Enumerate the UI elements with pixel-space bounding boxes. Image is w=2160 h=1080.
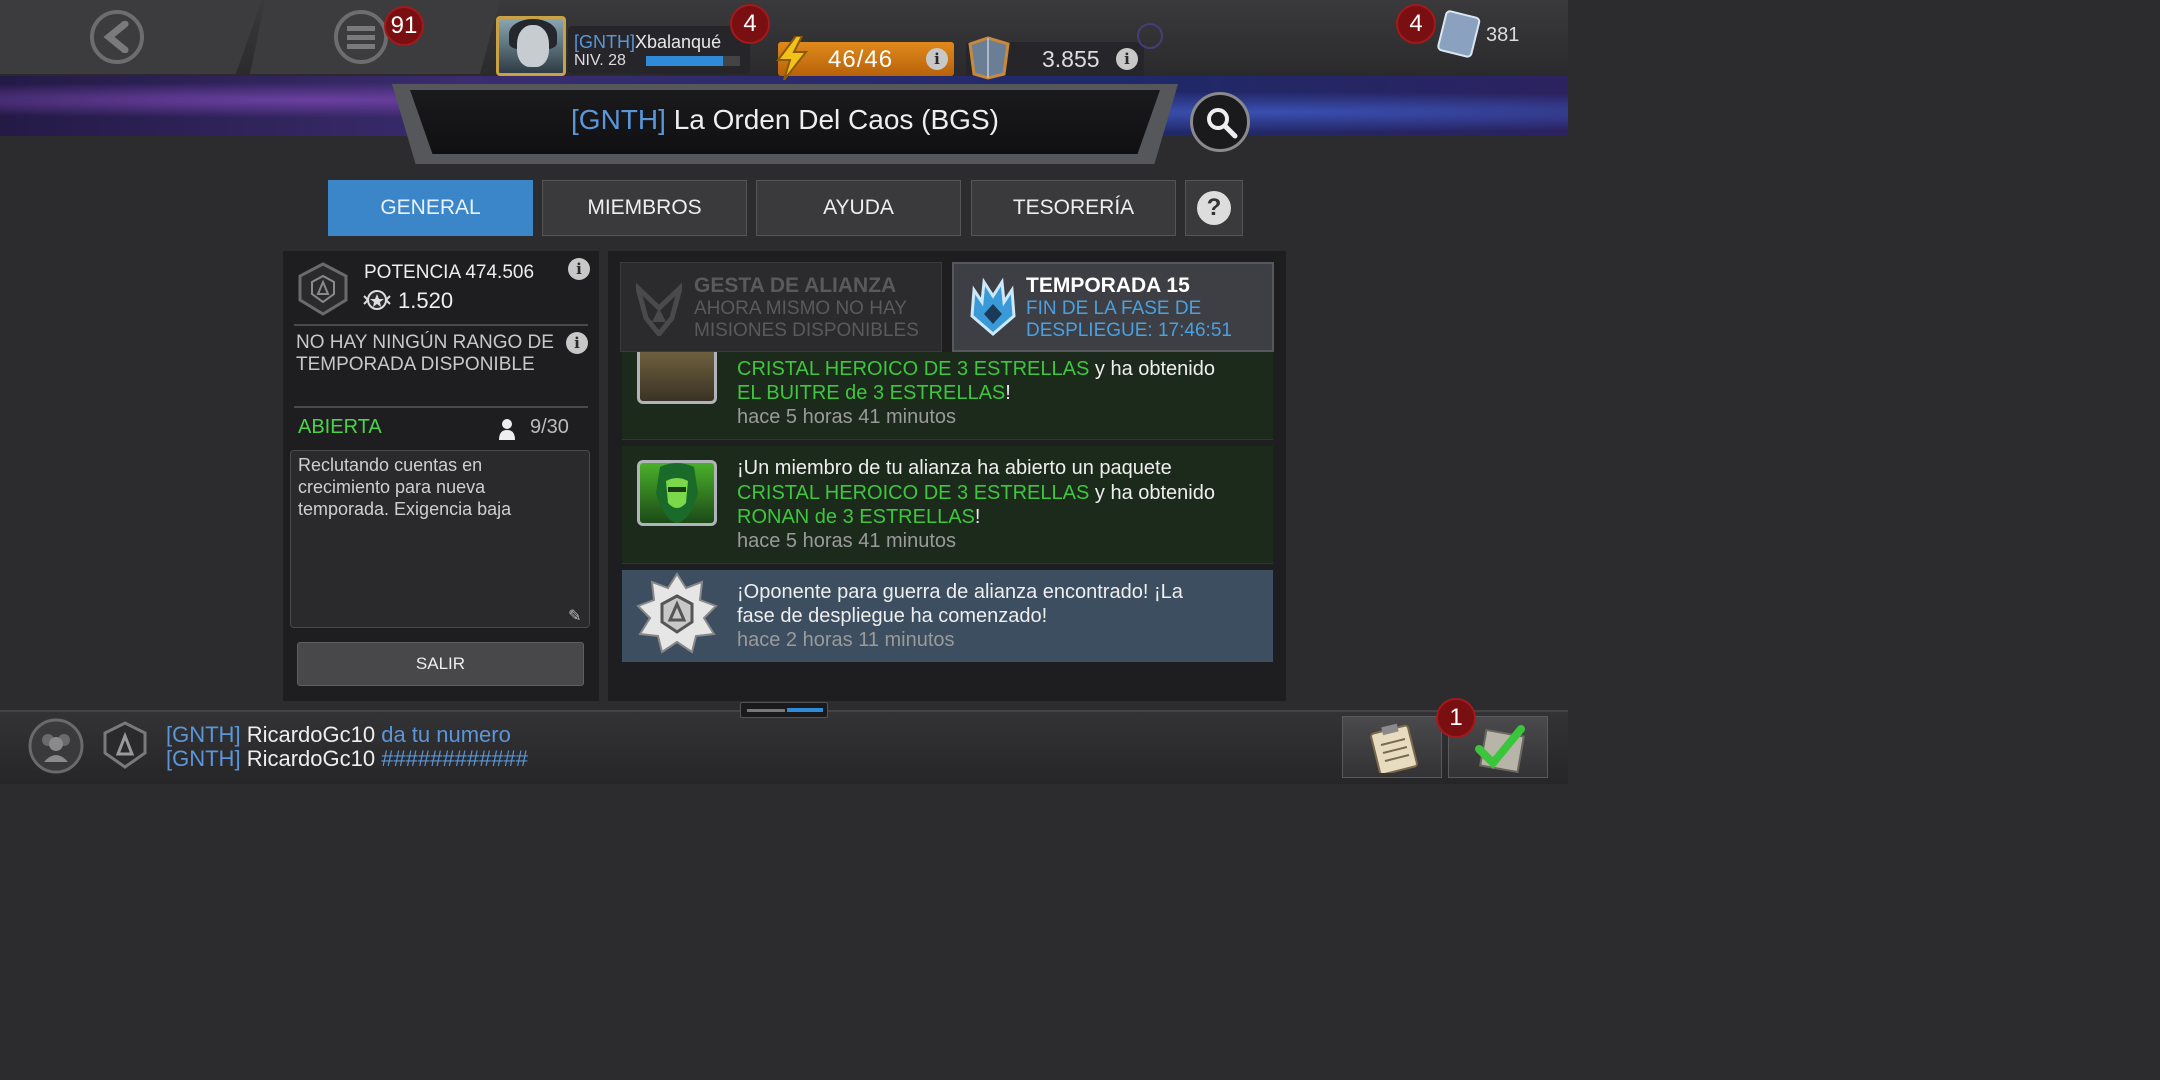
- alliance-chat-icon[interactable]: [100, 720, 150, 770]
- alliance-shield-icon: [298, 262, 348, 316]
- player-alliance-tag: [GNTH]: [574, 32, 635, 52]
- person-icon: [499, 419, 515, 440]
- edit-pencil-icon[interactable]: ✎: [568, 606, 581, 626]
- player-avatar[interactable]: [496, 16, 566, 76]
- season-subtitle: FIN DE LA FASE DE DESPLIEGUE: 17:46:51: [1026, 298, 1232, 341]
- chevron-left-icon: [103, 21, 129, 53]
- alliance-title: [GNTH] La Orden Del Caos (BGS): [410, 104, 1160, 136]
- search-icon: [1207, 108, 1238, 139]
- alliance-trophies: 1.520: [398, 288, 454, 313]
- tab-tesoreria[interactable]: TESORERÍA: [971, 180, 1176, 236]
- feed-timestamp: hace 5 horas 41 minutos: [737, 406, 957, 428]
- alliance-quest-title: GESTA DE ALIANZA: [694, 274, 897, 297]
- feed-line: CRISTAL HEROICO DE 3 ESTRELLAS y ha obte…: [737, 358, 1215, 380]
- energy-info-icon[interactable]: i: [926, 48, 948, 70]
- energy-value: 46/46: [828, 46, 894, 73]
- quests-clipboard-button[interactable]: [1342, 716, 1442, 778]
- divider: [294, 324, 588, 326]
- feed-line: ¡Oponente para guerra de alianza encontr…: [737, 581, 1183, 603]
- alliance-quest-subtitle: AHORA MISMO NO HAY MISIONES DISPONIBLES: [694, 298, 919, 341]
- leave-button[interactable]: SALIR: [297, 642, 584, 686]
- units-value: 381: [1486, 24, 1520, 46]
- bubble-icon: [1137, 23, 1163, 49]
- shards-value: 3.855: [1042, 46, 1100, 72]
- chat-message: [GNTH] RicardoGc10 da tu numero: [166, 722, 511, 747]
- divider: [294, 406, 588, 408]
- energy-bolt-icon: [776, 36, 809, 80]
- tasks-notification-badge: 1: [1436, 698, 1476, 738]
- ronan-face-icon: [656, 463, 698, 523]
- back-button[interactable]: [90, 10, 144, 64]
- menu-icon: [347, 26, 375, 49]
- war-shield-icon: [636, 572, 718, 654]
- menu-notification-badge: 91: [384, 6, 424, 46]
- season-flame-icon: [970, 277, 1016, 336]
- tab-miembros[interactable]: MIEMBROS: [542, 180, 747, 236]
- help-button[interactable]: ?: [1185, 180, 1243, 236]
- alliance-tag: [GNTH]: [571, 104, 666, 135]
- potencia-info-icon[interactable]: i: [568, 258, 590, 280]
- trophy-icon: [363, 290, 391, 310]
- rank-info-icon[interactable]: i: [566, 332, 588, 354]
- shard-icon: [968, 36, 1010, 80]
- alliance-name: La Orden Del Caos (BGS): [673, 104, 999, 135]
- feed-timestamp: hace 5 horas 41 minutos: [737, 530, 957, 552]
- player-name: [GNTH]Xbalanqué: [574, 32, 721, 53]
- units-notification-badge: 4: [1396, 4, 1436, 44]
- alliance-description: Reclutando cuentas en crecimiento para n…: [298, 455, 512, 519]
- feed-line: CRISTAL HEROICO DE 3 ESTRELLAS y ha obte…: [737, 482, 1215, 504]
- xp-bar-fill: [646, 56, 724, 66]
- feed-timestamp: hace 2 horas 11 minutos: [737, 629, 955, 651]
- alliance-quest-icon: [636, 282, 682, 336]
- page-indicator[interactable]: [740, 702, 828, 718]
- player-level: NIV. 28: [574, 52, 626, 69]
- season-title: TEMPORADA 15: [1026, 274, 1190, 297]
- feed-line: ¡Un miembro de tu alianza ha abierto un …: [737, 457, 1172, 479]
- clipboard-icon: [1370, 723, 1418, 773]
- members-count: 9/30: [530, 416, 569, 438]
- feed-line: RONAN de 3 ESTRELLAS!: [737, 506, 981, 528]
- champion-portrait-ronan: [637, 460, 717, 526]
- alliance-status: ABIERTA: [298, 416, 382, 438]
- player-notification-badge: 4: [730, 4, 770, 44]
- question-icon: ?: [1197, 191, 1231, 225]
- feed-line: fase de despliegue ha comenzado!: [737, 605, 1048, 627]
- chat-message: [GNTH] RicardoGc10 ############: [166, 746, 529, 771]
- tab-general[interactable]: GENERAL: [328, 180, 533, 236]
- feed-line: EL BUITRE de 3 ESTRELLAS!: [737, 382, 1011, 404]
- menu-button[interactable]: [334, 10, 388, 64]
- season-rank-text: NO HAY NINGÚN RANGO DE TEMPORADA DISPONI…: [296, 332, 554, 375]
- player-username: Xbalanqué: [635, 32, 722, 52]
- friends-icon[interactable]: [28, 718, 84, 774]
- xp-bar: [646, 56, 740, 66]
- alliance-potencia: POTENCIA 474.506: [364, 262, 535, 283]
- units-icon: [1437, 10, 1481, 58]
- tab-ayuda[interactable]: AYUDA: [756, 180, 961, 236]
- search-button[interactable]: [1190, 92, 1250, 152]
- checkmark-icon: [1475, 725, 1525, 774]
- shards-info-icon[interactable]: i: [1116, 48, 1138, 70]
